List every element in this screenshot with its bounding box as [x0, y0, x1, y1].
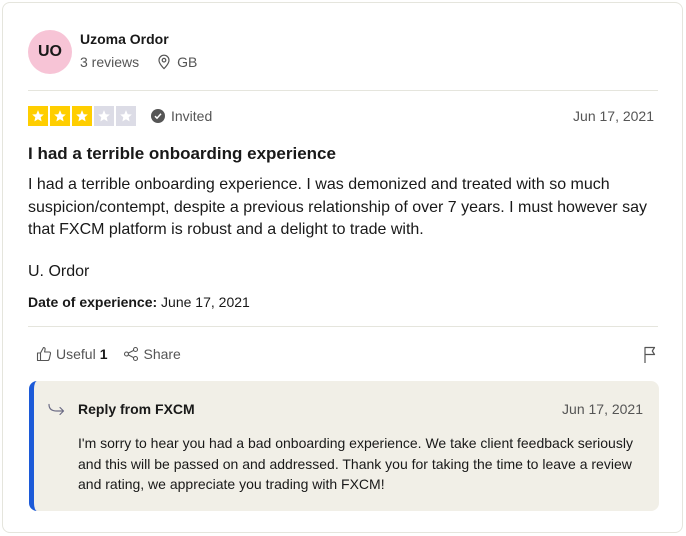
location-pin-icon — [158, 54, 170, 70]
review-card: UO Uzoma Ordor 3 reviews GB Invited Jun … — [2, 2, 683, 533]
share-button[interactable]: Share — [123, 346, 181, 362]
reviewer-meta: 3 reviews GB — [80, 54, 197, 70]
invited-badge[interactable]: Invited — [151, 108, 212, 124]
star-icon — [116, 106, 136, 126]
flag-icon — [644, 346, 656, 363]
invited-label: Invited — [171, 108, 213, 124]
useful-count: 1 — [99, 346, 108, 362]
divider — [28, 90, 658, 91]
check-circle-icon — [151, 109, 165, 123]
reply-body: I'm sorry to hear you had a bad onboardi… — [78, 435, 633, 492]
reviewer-location: GB — [157, 54, 197, 70]
experience-date: Date of experience: June 17, 2021 — [28, 294, 250, 310]
share-icon — [124, 346, 139, 362]
reply-date: Jun 17, 2021 — [562, 401, 643, 417]
flag-button[interactable] — [643, 346, 657, 369]
review-title[interactable]: I had a terrible onboarding experience — [28, 144, 336, 164]
review-count: 3 reviews — [80, 54, 140, 70]
review-body: I had a terrible onboarding experience. … — [28, 176, 647, 238]
thumbs-up-icon — [36, 346, 52, 362]
experience-label: Date of experience: — [28, 294, 158, 310]
star-icon — [72, 106, 92, 126]
divider — [28, 326, 658, 327]
reply-arrow-icon — [48, 403, 65, 416]
review-actions: Useful 1 Share — [36, 346, 197, 362]
reply-title: Reply from FXCM — [78, 401, 195, 417]
useful-label: Useful — [56, 346, 96, 362]
country-code: GB — [177, 54, 198, 70]
star-icon — [28, 106, 48, 126]
review-date: Jun 17, 2021 — [573, 108, 654, 124]
reviewer-name[interactable]: Uzoma Ordor — [80, 31, 169, 47]
share-label: Share — [143, 346, 181, 362]
avatar[interactable]: UO — [28, 30, 72, 74]
company-reply: Reply from FXCM Jun 17, 2021 I'm sorry t… — [29, 381, 659, 511]
star-icon — [94, 106, 114, 126]
star-icon — [50, 106, 70, 126]
experience-value: June 17, 2021 — [157, 294, 250, 310]
useful-button[interactable]: Useful 1 — [36, 346, 107, 362]
star-rating — [28, 106, 136, 126]
review-signature: U. Ordor — [28, 263, 90, 280]
